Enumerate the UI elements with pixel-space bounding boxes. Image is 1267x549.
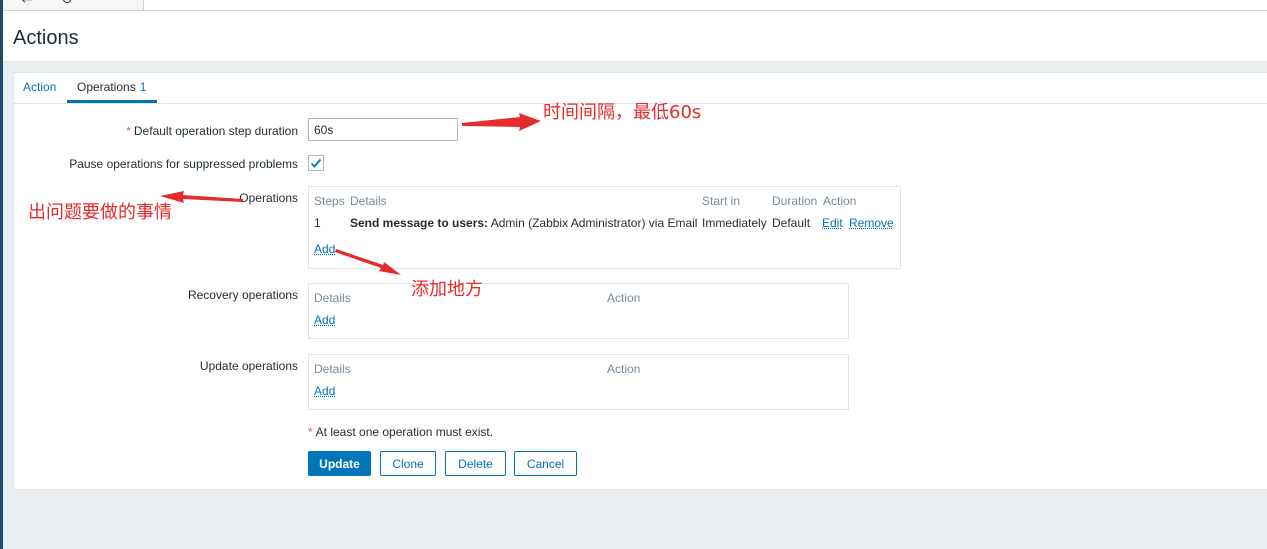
arrow-to-add-link xyxy=(335,249,401,275)
arrow-to-step-duration xyxy=(462,113,541,131)
annotation-arrows xyxy=(160,113,541,275)
arrow-to-operations xyxy=(160,191,243,203)
